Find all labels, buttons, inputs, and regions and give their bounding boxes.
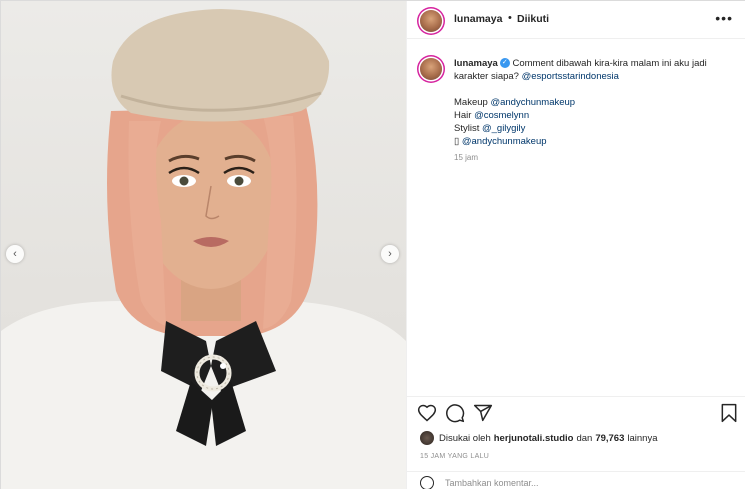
bookmark-icon[interactable]: [719, 403, 739, 423]
chevron-left-icon: ‹: [13, 248, 17, 260]
mention-esports[interactable]: @esportsstarindonesia: [522, 71, 619, 82]
post-header: lunamaya • Diikuti •••: [407, 1, 745, 39]
beret: [111, 9, 330, 122]
caption-username[interactable]: lunamaya: [454, 58, 498, 69]
stylist-label: Stylist: [454, 123, 480, 134]
more-options-icon[interactable]: •••: [715, 10, 733, 26]
hair-label: Hair: [454, 110, 472, 121]
caption-time: 15 jam: [454, 153, 479, 162]
likes-suffix: lainnya: [627, 432, 658, 444]
carousel-prev-button[interactable]: ‹: [6, 245, 24, 263]
likes-count[interactable]: 79,763: [595, 433, 624, 444]
face: [143, 113, 279, 289]
left-eye: [179, 176, 189, 186]
mention-hair[interactable]: @cosmelynn: [474, 110, 529, 121]
caption-avatar[interactable]: [420, 58, 442, 80]
comment-input[interactable]: Tambahkan komentar...: [445, 478, 539, 488]
makeup-label: Makeup: [454, 97, 488, 108]
avatar[interactable]: [420, 10, 442, 32]
post-side-panel: lunamaya • Diikuti ••• lunamaya ✓ Comment…: [406, 1, 745, 489]
box-glyph: ▯: [454, 136, 460, 147]
liker-username[interactable]: herjunotali.studio: [494, 433, 574, 444]
post-caption: lunamaya ✓ Comment dibawah kira-kira mala…: [454, 57, 734, 148]
portrait-illustration: [1, 9, 406, 489]
mention-stylist[interactable]: @_gilygily: [482, 123, 525, 134]
instagram-post: ‹ › lunamaya • Diikuti ••• lunamaya ✓ Com…: [0, 0, 745, 489]
likes-prefix: Disukai oleh: [439, 432, 491, 444]
right-eye: [234, 176, 244, 186]
follow-status-button[interactable]: Diikuti: [517, 13, 549, 25]
chevron-right-icon: ›: [388, 248, 392, 260]
comment-icon[interactable]: [445, 403, 465, 423]
verified-badge-icon: ✓: [499, 58, 510, 69]
liker-avatar[interactable]: [420, 431, 434, 445]
comment-bar: Tambahkan komentar...: [407, 471, 745, 489]
action-bar: [407, 396, 745, 426]
post-timestamp[interactable]: 15 JAM YANG LALU: [420, 453, 489, 460]
likes-summary: Disukai oleh herjunotali.studio dan 79,7…: [420, 431, 657, 445]
mention-makeup-2[interactable]: @andychunmakeup: [462, 136, 547, 147]
carousel-next-button[interactable]: ›: [381, 245, 399, 263]
mention-makeup[interactable]: @andychunmakeup: [490, 97, 575, 108]
share-icon[interactable]: [473, 403, 493, 423]
separator-dot: •: [508, 12, 512, 24]
emoji-icon[interactable]: [420, 476, 434, 489]
post-photo[interactable]: ‹ ›: [1, 1, 406, 489]
likes-and: dan: [576, 432, 593, 444]
heart-icon[interactable]: [417, 403, 437, 423]
header-username[interactable]: lunamaya: [454, 13, 502, 25]
